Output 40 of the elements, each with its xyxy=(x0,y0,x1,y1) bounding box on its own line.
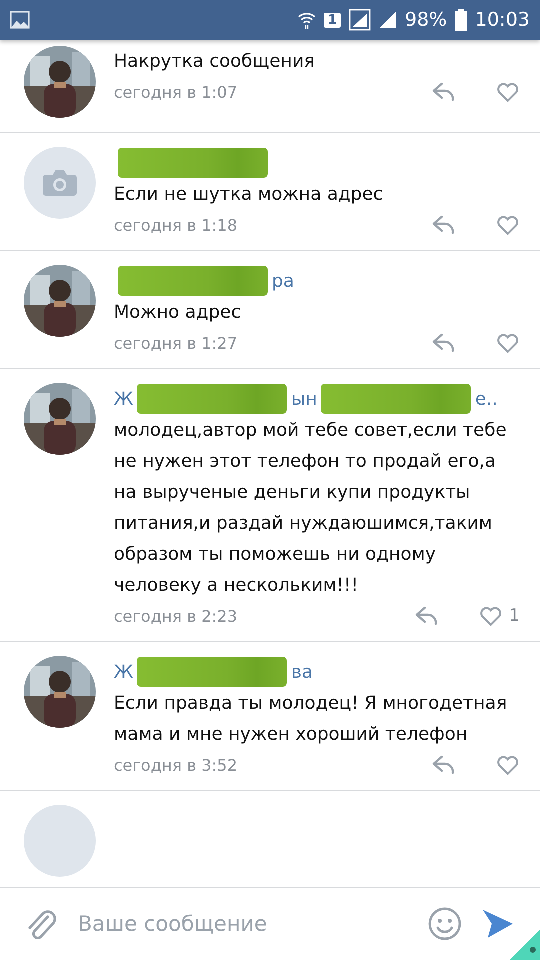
comment-text: молодец,автор мой тебе совет,если тебе не нужен этот телефон то продай его,а на вырученые деньги купи продукты питания,и раздай нуждаюшимся,таким образом ты поможешь ни одному человеку а нескольким!!! xyxy=(114,419,508,598)
reply-icon[interactable] xyxy=(432,332,456,354)
comment-text: Если не шутка можна адрес xyxy=(114,183,384,207)
author-name[interactable]: ва xyxy=(291,662,314,682)
reply-icon[interactable] xyxy=(432,754,456,776)
sim-icon: 1 xyxy=(324,12,341,28)
comment-text: Если правда ты молодец! Я многодетная мама и мне нужен хороший телефон xyxy=(114,692,508,747)
clock: 10:03 xyxy=(475,9,530,31)
camera-icon xyxy=(42,169,78,197)
like-icon[interactable] xyxy=(479,605,504,627)
reply-icon[interactable] xyxy=(432,214,456,236)
emoji-icon[interactable] xyxy=(428,907,462,941)
comment-time: сегодня в 3:52 xyxy=(114,756,239,774)
reply-icon[interactable] xyxy=(415,605,440,627)
gallery-icon xyxy=(10,11,30,29)
like-icon[interactable] xyxy=(496,754,520,776)
comment-time: сегодня в 1:27 xyxy=(114,334,239,352)
signal-icon xyxy=(349,9,371,31)
comment-time: сегодня в 1:07 xyxy=(114,82,239,102)
send-icon[interactable] xyxy=(482,908,514,940)
comment-text: Накрутка сообщения xyxy=(114,50,316,74)
signal-icon xyxy=(379,11,397,29)
author-name[interactable]: Ж xyxy=(114,388,134,410)
like-icon[interactable] xyxy=(496,332,520,354)
reply-icon[interactable] xyxy=(432,81,456,103)
comment-time: сегодня в 1:18 xyxy=(114,216,239,234)
like-icon[interactable] xyxy=(496,214,520,236)
comment-time: сегодня в 2:23 xyxy=(114,606,239,626)
author-name[interactable]: Ж xyxy=(114,662,134,682)
like-icon[interactable] xyxy=(496,81,520,103)
author-name[interactable]: ын xyxy=(291,388,318,410)
comment-text: Можно адрес xyxy=(114,301,242,325)
corner-badge-icon xyxy=(510,930,540,960)
author-name[interactable]: ра xyxy=(272,270,294,292)
battery-icon xyxy=(455,9,468,31)
message-field[interactable]: Ваше сообщение xyxy=(76,911,408,937)
like-count: 1 xyxy=(509,606,520,626)
battery-percent: 98% xyxy=(405,9,448,31)
wifi-icon xyxy=(298,11,316,29)
author-name[interactable]: е.. xyxy=(475,388,498,410)
